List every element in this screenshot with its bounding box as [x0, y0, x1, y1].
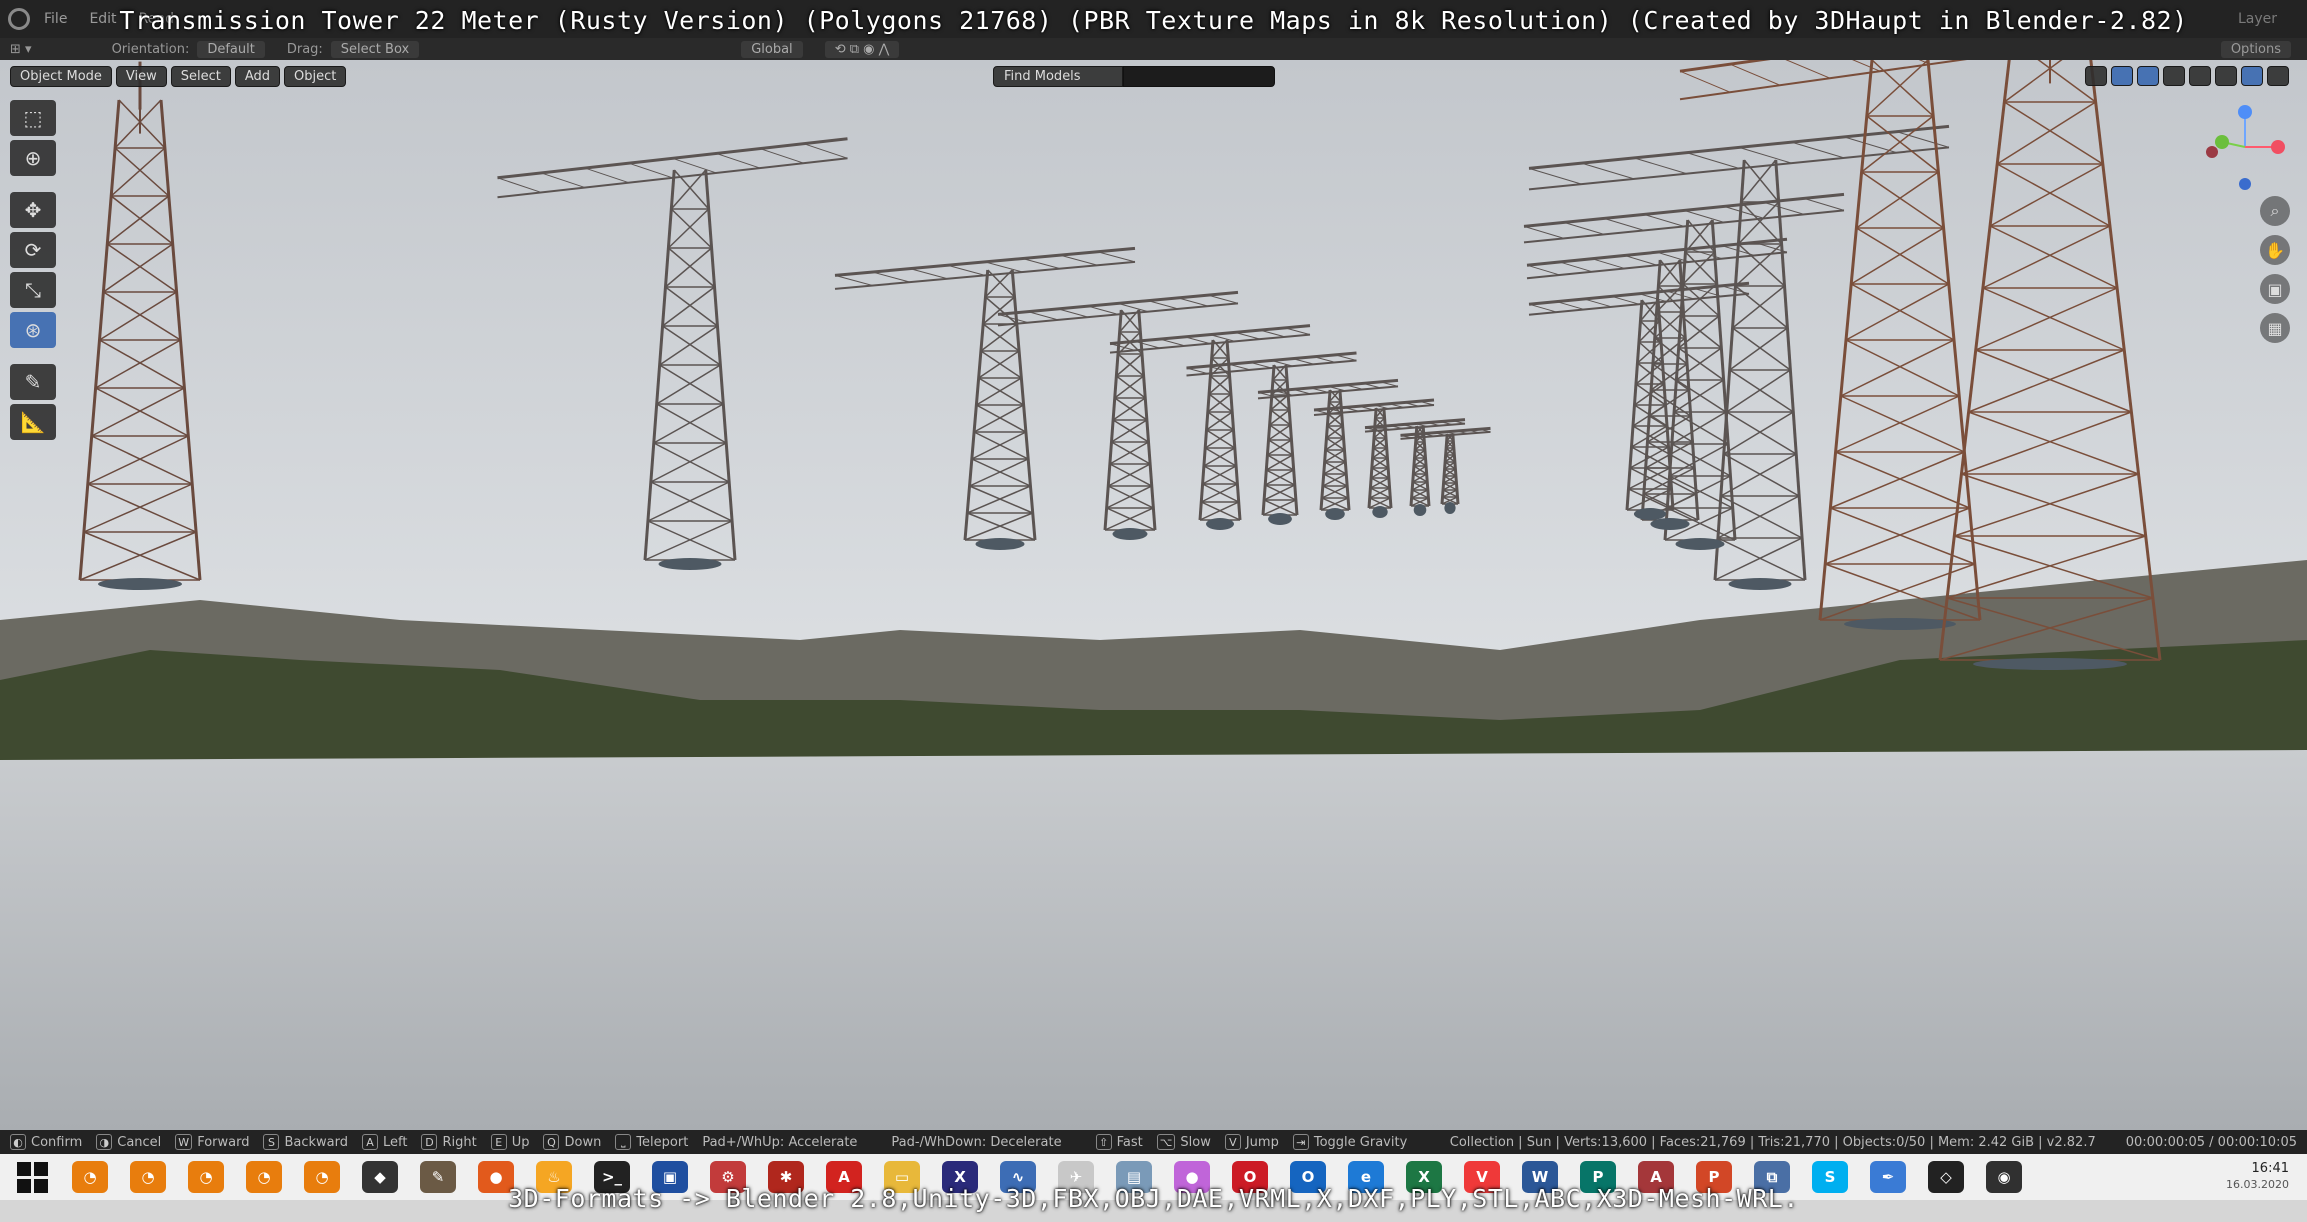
menu-add[interactable]: Add	[234, 66, 281, 87]
key-badge: A	[362, 1134, 378, 1150]
menu-view[interactable]: View	[115, 66, 167, 87]
pan-hand-icon[interactable]: ✋	[2260, 235, 2290, 265]
editor-type-icon[interactable]: ⊞ ▾	[10, 42, 32, 57]
hint-label: Toggle Gravity	[1313, 1134, 1408, 1150]
find-models-search-input[interactable]	[1123, 66, 1275, 87]
hint-label: Backward	[284, 1134, 348, 1150]
key-badge: V	[1224, 1134, 1241, 1150]
hint-label: Jump	[1245, 1134, 1279, 1150]
mouse-right-icon: ◑	[96, 1134, 113, 1150]
gizmo-toggle-icon[interactable]	[2111, 66, 2133, 86]
key-badge: E	[490, 1134, 507, 1150]
pivot-snap-icons[interactable]: ⟲ ⧉ ◉ ⋀	[824, 40, 900, 58]
find-models-dropdown[interactable]: Find Models	[993, 66, 1123, 87]
hint-label: Teleport	[636, 1134, 689, 1150]
hint-accelerate: Pad+/WhUp: Accelerate	[702, 1134, 858, 1150]
status-bar: ◐ Confirm ◑ Cancel W Forward S Backward A Lef…	[0, 1130, 2307, 1154]
hint-up: E Up	[490, 1134, 530, 1150]
blender-logo-icon[interactable]	[8, 8, 30, 30]
hint-confirm: ◐ Confirm	[10, 1134, 82, 1150]
view-layer-label[interactable]: Layer	[2238, 11, 2277, 27]
shift-key-icon: ⇧	[1095, 1134, 1112, 1150]
solid-shading-icon[interactable]	[2215, 66, 2237, 86]
alt-key-icon: ⌥	[1156, 1134, 1176, 1150]
mouse-left-icon: ◐	[10, 1134, 26, 1150]
hint-teleport: ⎵ Teleport	[615, 1134, 688, 1150]
wireframe-shading-icon[interactable]	[2189, 66, 2211, 86]
cursor-tool-icon[interactable]: ⊕	[10, 140, 56, 176]
hint-jump: V Jump	[1224, 1134, 1279, 1150]
scene-render	[0, 60, 2307, 1130]
transform-tool-icon[interactable]: ⊛	[10, 312, 56, 348]
viewport-header: Object Mode View Select Add Object	[10, 66, 347, 87]
rendered-shading-icon[interactable]	[2267, 66, 2289, 86]
hint-slow: ⌥ Slow	[1156, 1134, 1211, 1150]
hint-label: Left	[383, 1134, 408, 1150]
hint-down: Q Down	[543, 1134, 601, 1150]
key-badge: W	[175, 1134, 193, 1150]
rotate-tool-icon[interactable]: ⟳	[10, 232, 56, 268]
shading-buttons	[2085, 66, 2289, 86]
hint-decelerate: Pad-/WhDown: Decelerate	[891, 1134, 1062, 1150]
drag-label: Drag:	[286, 41, 323, 57]
clock-time: 16:41	[2251, 1161, 2289, 1176]
xray-icon[interactable]	[2163, 66, 2185, 86]
hint-left: A Left	[362, 1134, 407, 1150]
scale-tool-icon[interactable]: ⤡	[10, 272, 56, 308]
hint-cancel: ◑ Cancel	[96, 1134, 161, 1150]
tool-settings-header: ⊞ ▾ Orientation: Default Drag: Select Bo…	[0, 38, 2307, 60]
navigation-buttons: ⌕ ✋ ▣ ▦	[2260, 196, 2290, 343]
hint-label: Right	[442, 1134, 477, 1150]
space-key-icon: ⎵	[615, 1134, 632, 1150]
find-models-widget: Find Models	[993, 66, 1275, 87]
tab-key-icon: ⇥	[1292, 1134, 1309, 1150]
drag-dropdown[interactable]: Select Box	[330, 40, 420, 58]
material-shading-icon[interactable]	[2241, 66, 2263, 86]
camera-view-icon[interactable]: ▣	[2260, 274, 2290, 304]
hint-label: Slow	[1180, 1134, 1211, 1150]
overlay-formats-caption: 3D-Formats -> Blender 2.8,Unity-3D,FBX,O…	[508, 1184, 1799, 1213]
hint-label: Cancel	[117, 1134, 162, 1150]
transform-orientation-dropdown[interactable]: Global	[741, 40, 803, 58]
zoom-icon[interactable]: ⌕	[2260, 196, 2290, 226]
menubar-right: Layer	[2238, 11, 2307, 27]
overlay-toggle-icon[interactable]	[2137, 66, 2159, 86]
key-badge: Q	[543, 1134, 560, 1150]
visibility-icon[interactable]	[2085, 66, 2107, 86]
hint-label: Fast	[1116, 1134, 1143, 1150]
menu-render[interactable]: Rend	[139, 11, 174, 27]
blender-window: File Edit Rend Layer Transmission Tower …	[0, 0, 2307, 1222]
hint-right: D Right	[421, 1134, 477, 1150]
perspective-grid-icon[interactable]: ▦	[2260, 313, 2290, 343]
scene-statistics: Collection | Sun | Verts:13,600 | Faces:…	[1449, 1134, 2096, 1150]
hint-fast: ⇧ Fast	[1095, 1134, 1143, 1150]
move-tool-icon[interactable]: ✥	[10, 192, 56, 228]
mode-dropdown[interactable]: Object Mode	[10, 66, 112, 87]
orientation-label: Orientation:	[111, 41, 190, 57]
orientation-dropdown[interactable]: Default	[197, 40, 265, 58]
hint-gravity: ⇥ Toggle Gravity	[1292, 1134, 1408, 1150]
menu-file[interactable]: File	[44, 11, 67, 27]
options-dropdown[interactable]: Options	[2220, 40, 2291, 58]
menu-select[interactable]: Select	[170, 66, 231, 87]
navigation-gizmo[interactable]	[2200, 102, 2290, 192]
top-menubar: File Edit Rend Layer	[0, 0, 2307, 38]
hint-label: Forward	[197, 1134, 250, 1150]
tool-shelf: ⬚ ⊕ ✥ ⟳ ⤡ ⊛ ✎ 📐	[10, 100, 58, 440]
hint-label: Confirm	[31, 1134, 83, 1150]
timecode: 00:00:00:05 / 00:00:10:05	[2125, 1134, 2297, 1150]
annotate-tool-icon[interactable]: ✎	[10, 364, 56, 400]
hint-label: Down	[564, 1134, 602, 1150]
3d-viewport[interactable]: Object Mode View Select Add Object Find …	[0, 60, 2307, 1130]
key-badge: S	[263, 1134, 280, 1150]
hint-backward: S Backward	[263, 1134, 348, 1150]
menu-edit[interactable]: Edit	[89, 11, 116, 27]
hint-label: Up	[511, 1134, 530, 1150]
menu-object[interactable]: Object	[284, 66, 347, 87]
key-badge: D	[421, 1134, 438, 1150]
hint-forward: W Forward	[175, 1134, 249, 1150]
measure-tool-icon[interactable]: 📐	[10, 404, 56, 440]
select-box-tool-icon[interactable]: ⬚	[10, 100, 56, 136]
